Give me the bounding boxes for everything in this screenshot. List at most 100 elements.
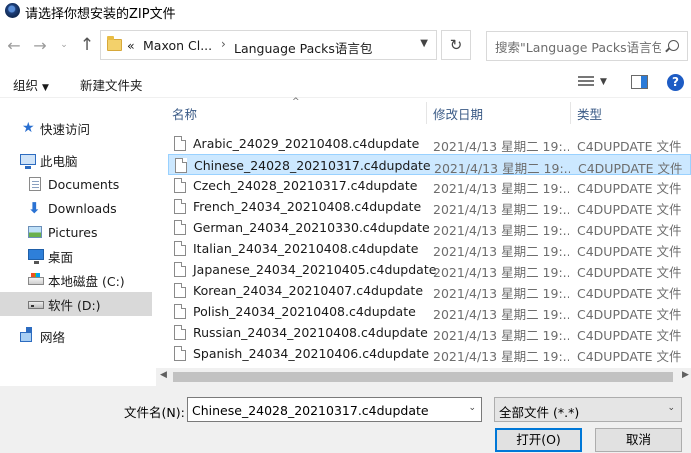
dialog-footer: 文件名(N): ⌄ 全部文件 (*.*) ⌄ 打开(O) 取消 <box>0 386 691 453</box>
sidebar-item-pictures[interactable]: Pictures <box>0 220 152 244</box>
file-name: Russian_24034_20210408.c4dupdate <box>193 325 428 340</box>
back-arrow-icon[interactable]: ← <box>4 34 24 56</box>
file-type: C4DUPDATE 文件 <box>577 244 682 259</box>
scroll-right-icon[interactable]: ▶ <box>682 370 689 380</box>
scroll-left-icon[interactable]: ◀ <box>160 370 167 380</box>
file-type-filter-value: 全部文件 (*.*) <box>499 405 580 420</box>
file-name: Czech_24028_20210317.c4dupdate <box>193 178 418 193</box>
file-row-selected[interactable]: Chinese_24028_20210317.c4dupdate 2021/4/… <box>168 154 691 176</box>
sidebar-item-network[interactable]: 网络 <box>0 324 152 348</box>
file-type: C4DUPDATE 文件 <box>577 286 682 301</box>
cancel-button[interactable]: 取消 <box>595 428 682 452</box>
chevron-down-icon: ⌄ <box>667 403 675 413</box>
pictures-icon <box>28 226 42 238</box>
downloads-icon: ⬇ <box>28 199 41 217</box>
file-row[interactable]: Italian_24034_20210408.c4dupdate 2021/4/… <box>168 238 691 259</box>
file-icon <box>174 262 186 277</box>
column-divider[interactable] <box>426 102 427 124</box>
command-toolbar: 组织 ▼ 新建文件夹 ▼ ? <box>0 68 691 98</box>
file-icon <box>175 158 187 173</box>
forward-arrow-icon[interactable]: → <box>30 34 50 56</box>
filename-label: 文件名(N): <box>124 405 185 420</box>
sidebar-item-drive-c[interactable]: 本地磁盘 (C:) <box>0 268 152 292</box>
open-button[interactable]: 打开(O) <box>495 428 582 452</box>
file-type: C4DUPDATE 文件 <box>577 139 682 154</box>
file-row[interactable]: Russian_24034_20210408.c4dupdate 2021/4/… <box>168 322 691 343</box>
file-date: 2021/4/13 星期二 19:... <box>433 307 569 322</box>
recent-locations-chevron-icon[interactable]: ⌄ <box>56 34 72 56</box>
scrollbar-thumb[interactable] <box>173 372 673 382</box>
file-date: 2021/4/13 星期二 19:... <box>433 265 569 280</box>
breadcrumb-item-language-packs[interactable]: Language Packs语言包 <box>234 38 372 57</box>
file-icon <box>174 136 186 151</box>
file-name: Polish_24034_20210408.c4dupdate <box>193 304 416 319</box>
file-row[interactable]: German_24034_20210330.c4dupdate 2021/4/1… <box>168 217 691 238</box>
preview-pane-icon[interactable] <box>631 75 648 89</box>
file-type: C4DUPDATE 文件 <box>577 265 682 280</box>
breadcrumb-overflow[interactable]: « <box>127 38 135 53</box>
sidebar-item-label: 快速访问 <box>40 121 91 137</box>
search-input[interactable] <box>495 38 661 56</box>
sidebar-item-documents[interactable]: Documents <box>0 172 152 196</box>
new-folder-button[interactable]: 新建文件夹 <box>80 75 143 94</box>
address-bar[interactable]: « Maxon Cl... › Language Packs语言包 ▼ <box>100 30 437 60</box>
file-row[interactable]: Czech_24028_20210317.c4dupdate 2021/4/13… <box>168 175 691 196</box>
file-name: French_24034_20210408.c4dupdate <box>193 199 422 214</box>
sidebar-item-quick-access[interactable]: ★ 快速访问 <box>0 116 152 140</box>
filename-input[interactable] <box>192 401 457 419</box>
view-options-icon[interactable] <box>578 76 594 89</box>
organize-label: 组织 <box>13 78 39 93</box>
search-box[interactable] <box>486 31 688 61</box>
column-header-name[interactable]: 名称 <box>172 100 197 126</box>
sidebar-item-downloads[interactable]: ⬇ Downloads <box>0 196 152 220</box>
sidebar-item-label: 本地磁盘 (C:) <box>48 273 125 289</box>
file-type-filter-select[interactable]: 全部文件 (*.*) ⌄ <box>494 397 682 422</box>
pc-icon <box>20 154 36 169</box>
file-name: Japanese_24034_20210405.c4dupdate <box>193 262 437 277</box>
file-row[interactable]: Japanese_24034_20210405.c4dupdate 2021/4… <box>168 259 691 280</box>
column-header-type[interactable]: 类型 <box>577 100 602 126</box>
sidebar-item-label: Documents <box>48 176 120 192</box>
horizontal-scrollbar[interactable]: ◀ ▶ <box>156 368 691 386</box>
breadcrumb-item-maxon[interactable]: Maxon Cl... <box>143 38 212 53</box>
chevron-down-icon[interactable]: ⌄ <box>468 403 476 413</box>
file-name: Korean_24034_20210407.c4dupdate <box>193 283 424 298</box>
organize-menu-button[interactable]: 组织 ▼ <box>13 75 49 94</box>
sidebar-item-drive-d[interactable]: 软件 (D:) <box>0 292 152 316</box>
file-open-dialog: 请选择你想安装的ZIP文件 ← → ⌄ ↑ « Maxon Cl... › La… <box>0 0 691 453</box>
file-type: C4DUPDATE 文件 <box>577 202 682 217</box>
network-icon <box>20 327 32 342</box>
refresh-icon: ↻ <box>449 36 463 54</box>
up-arrow-icon[interactable]: ↑ <box>76 34 98 56</box>
sidebar-item-this-pc[interactable]: 此电脑 <box>0 148 152 172</box>
breadcrumb-separator-icon[interactable]: › <box>221 37 226 51</box>
file-name: Chinese_24028_20210317.c4dupdate <box>194 158 431 173</box>
sidebar-item-label: Downloads <box>48 200 117 216</box>
chevron-down-icon[interactable]: ▼ <box>420 38 428 49</box>
search-icon[interactable] <box>668 40 679 51</box>
file-row[interactable]: French_24034_20210408.c4dupdate 2021/4/1… <box>168 196 691 217</box>
view-options-caret-icon[interactable]: ▼ <box>600 77 607 87</box>
file-date: 2021/4/13 星期二 19:... <box>433 328 569 343</box>
refresh-button[interactable]: ↻ <box>441 30 471 60</box>
file-icon <box>174 283 186 298</box>
file-icon <box>174 178 186 193</box>
file-date: 2021/4/13 星期二 19:... <box>433 139 569 154</box>
file-row[interactable]: Korean_24034_20210407.c4dupdate 2021/4/1… <box>168 280 691 301</box>
file-date: 2021/4/13 星期二 19:... <box>433 202 569 217</box>
file-icon <box>174 241 186 256</box>
file-name: Spanish_24034_20210406.c4dupdate <box>193 346 430 361</box>
file-type: C4DUPDATE 文件 <box>577 223 682 238</box>
file-row[interactable]: Spanish_24034_20210406.c4dupdate 2021/4/… <box>168 343 691 364</box>
filename-combobox[interactable]: ⌄ <box>187 397 482 422</box>
sort-ascending-icon: ^ <box>292 97 300 107</box>
sidebar-item-desktop[interactable]: 桌面 <box>0 244 152 268</box>
file-name: Italian_24034_20210408.c4dupdate <box>193 241 419 256</box>
file-row[interactable]: Arabic_24029_20210408.c4dupdate 2021/4/1… <box>168 133 691 154</box>
column-header-date[interactable]: 修改日期 <box>433 100 483 126</box>
file-icon <box>174 325 186 340</box>
column-divider[interactable] <box>570 102 571 124</box>
title-bar: 请选择你想安装的ZIP文件 <box>0 0 691 22</box>
help-icon[interactable]: ? <box>667 74 684 91</box>
file-row[interactable]: Polish_24034_20210408.c4dupdate 2021/4/1… <box>168 301 691 322</box>
